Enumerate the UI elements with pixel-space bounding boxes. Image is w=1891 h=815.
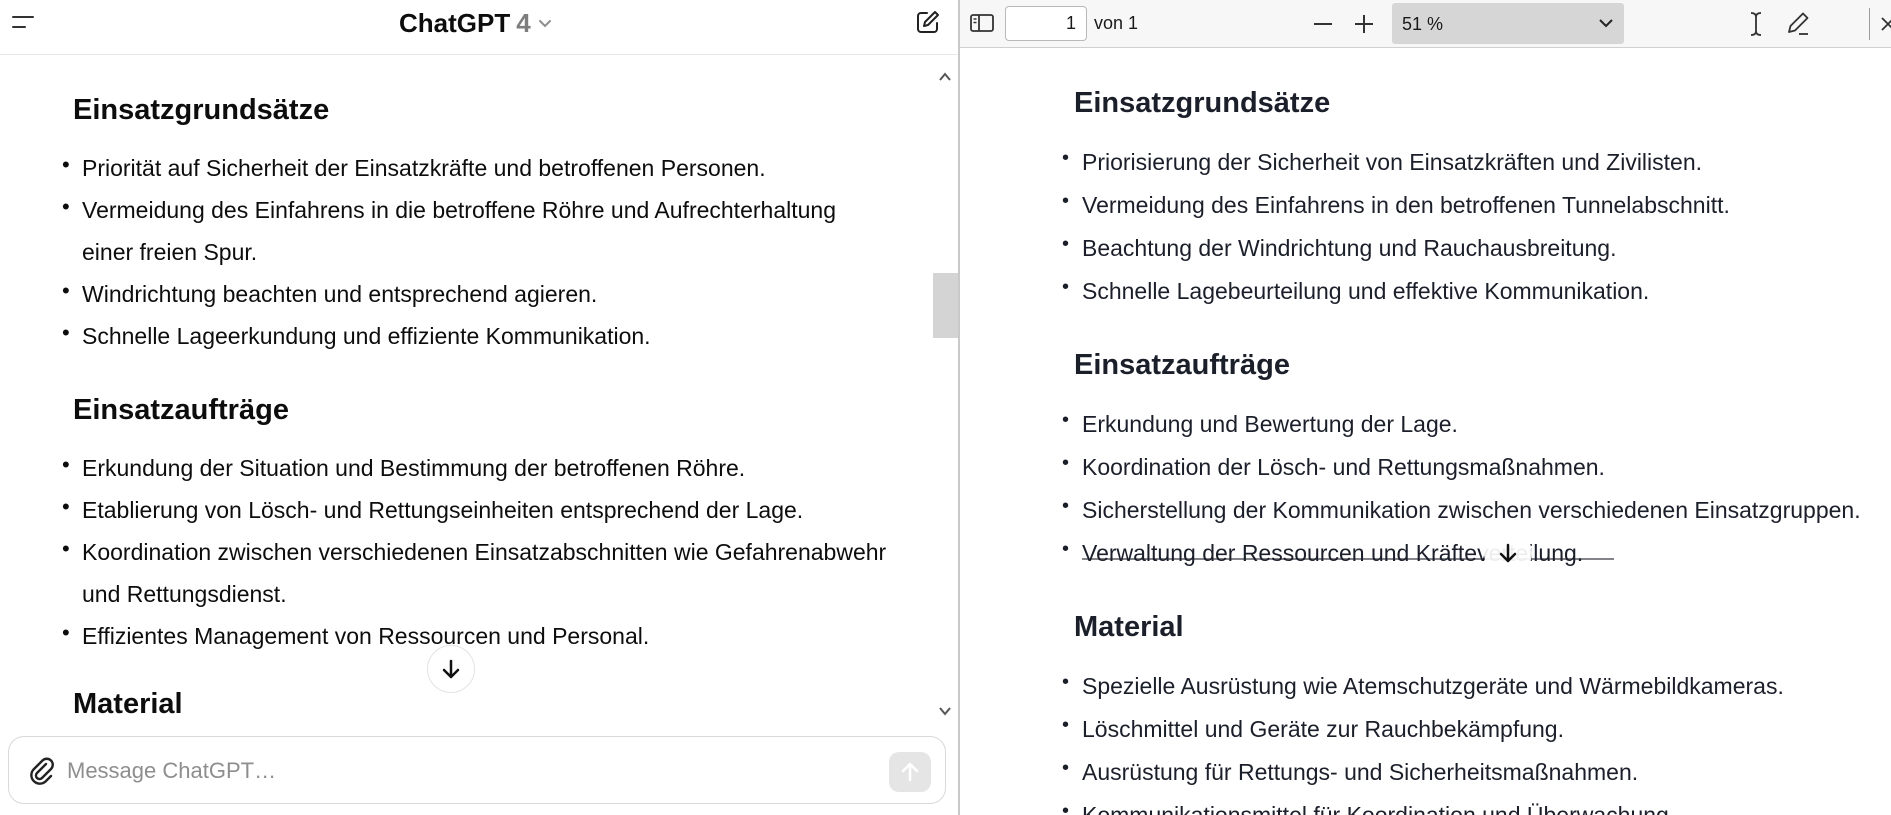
pdf-heading-einsatzauftraege: Einsatzaufträge bbox=[1074, 349, 1290, 381]
section-heading-einsatzauftraege: Einsatzaufträge bbox=[73, 394, 289, 426]
menu-icon[interactable] bbox=[10, 10, 36, 36]
new-chat-icon[interactable] bbox=[914, 8, 942, 36]
list-item: Koordination zwischen verschiedenen Eins… bbox=[62, 528, 892, 615]
pdf-viewer: von 1 51 % Einsatzgrundsätze Priori bbox=[960, 0, 1891, 815]
list-item: Erkundung der Situation und Bestimmung d… bbox=[62, 444, 892, 489]
pdf-heading-material: Material bbox=[1074, 611, 1184, 643]
pdf-page[interactable]: Einsatzgrundsätze Priorisierung der Sich… bbox=[960, 49, 1891, 815]
arrow-down-icon bbox=[1499, 543, 1517, 563]
list-item: Ausrüstung für Rettungs- und Sicherheits… bbox=[1062, 747, 1784, 794]
page-number-input[interactable] bbox=[1005, 6, 1087, 41]
chatgpt-panel: ChatGPT 4 Einsatzgrundsätze Priorität au… bbox=[0, 0, 958, 815]
list-item: Schnelle Lageerkundung und effiziente Ko… bbox=[62, 312, 892, 357]
scroll-to-bottom-button[interactable] bbox=[427, 645, 475, 693]
scrollbar-thumb[interactable] bbox=[933, 273, 958, 338]
list-item: Priorisierung der Sicherheit von Einsatz… bbox=[1062, 137, 1730, 184]
scroll-down-arrow-icon[interactable] bbox=[937, 704, 953, 718]
send-button[interactable] bbox=[889, 752, 931, 792]
list-item: Vermeidung des Einfahrens in die betroff… bbox=[62, 186, 892, 273]
pdf-list-material: Spezielle Ausrüstung wie Atemschutzgerät… bbox=[1062, 661, 1784, 815]
chevron-down-icon bbox=[1599, 19, 1613, 28]
message-composer bbox=[8, 736, 946, 804]
pdf-list-einsatzauftraege: Erkundung und Bewertung der Lage. Koordi… bbox=[1062, 399, 1861, 575]
bullet-list-einsatzgrundsaetze: Priorität auf Sicherheit der Einsatzkräf… bbox=[62, 144, 892, 357]
plus-icon[interactable] bbox=[1350, 10, 1378, 38]
list-item: Kommunikationsmittel für Koordination un… bbox=[1062, 790, 1784, 815]
list-item: Spezielle Ausrüstung wie Atemschutzgerät… bbox=[1062, 661, 1784, 708]
paperclip-icon[interactable] bbox=[27, 755, 57, 787]
zoom-value: 51 % bbox=[1402, 14, 1444, 34]
arrow-up-icon bbox=[901, 762, 919, 782]
list-item: Beachtung der Windrichtung und Rauchausb… bbox=[1062, 223, 1730, 270]
close-icon[interactable] bbox=[1878, 10, 1891, 38]
list-item: Effizientes Management von Ressourcen un… bbox=[62, 612, 892, 657]
toolbar-separator bbox=[1869, 8, 1870, 40]
bullet-list-einsatzauftraege: Erkundung der Situation und Bestimmung d… bbox=[62, 444, 892, 657]
arrow-down-icon bbox=[442, 659, 460, 679]
minus-icon[interactable] bbox=[1309, 10, 1337, 38]
pdf-scroll-down-button[interactable] bbox=[1484, 529, 1532, 577]
chat-messages[interactable]: Einsatzgrundsätze Priorität auf Sicherhe… bbox=[0, 56, 958, 728]
scroll-up-arrow-icon[interactable] bbox=[937, 70, 953, 84]
list-item: Verwaltung der Ressourcen und Kräftevert… bbox=[1062, 528, 1861, 575]
page-count-label: von 1 bbox=[1094, 13, 1139, 33]
list-item: Erkundung und Bewertung der Lage. bbox=[1062, 399, 1861, 446]
section-heading-material: Material bbox=[73, 688, 183, 720]
chat-header: ChatGPT 4 bbox=[0, 0, 958, 55]
model-version: 4 bbox=[516, 8, 531, 38]
list-item: Vermeidung des Einfahrens in den betroff… bbox=[1062, 180, 1730, 227]
list-item: Sicherstellung der Kommunikation zwische… bbox=[1062, 485, 1861, 532]
chevron-down-icon bbox=[538, 19, 551, 27]
list-item: Koordination der Lösch- und Rettungsmaßn… bbox=[1062, 442, 1861, 489]
pen-icon[interactable] bbox=[1784, 9, 1812, 37]
list-item: Löschmittel und Geräte zur Rauchbekämpfu… bbox=[1062, 704, 1784, 751]
pdf-list-einsatzgrundsaetze: Priorisierung der Sicherheit von Einsatz… bbox=[1062, 137, 1730, 313]
text-overlay-line bbox=[1082, 558, 1614, 560]
model-selector[interactable]: ChatGPT 4 bbox=[399, 8, 553, 39]
text-cursor-icon[interactable] bbox=[1744, 10, 1768, 38]
sidebar-toggle-icon[interactable] bbox=[968, 10, 996, 36]
message-input[interactable] bbox=[67, 753, 867, 789]
list-item: Priorität auf Sicherheit der Einsatzkräf… bbox=[62, 144, 892, 189]
list-item: Etablierung von Lösch- und Rettungseinhe… bbox=[62, 486, 892, 531]
zoom-select[interactable]: 51 % bbox=[1392, 3, 1624, 44]
list-item: Schnelle Lagebeurteilung und effektive K… bbox=[1062, 266, 1730, 313]
pdf-toolbar: von 1 51 % bbox=[960, 0, 1891, 48]
list-item: Windrichtung beachten und entsprechend a… bbox=[62, 270, 892, 315]
pdf-heading-einsatzgrundsaetze: Einsatzgrundsätze bbox=[1074, 87, 1331, 119]
section-heading-einsatzgrundsaetze: Einsatzgrundsätze bbox=[73, 94, 330, 126]
chat-scrollbar[interactable] bbox=[932, 66, 958, 728]
model-name: ChatGPT bbox=[399, 8, 511, 38]
